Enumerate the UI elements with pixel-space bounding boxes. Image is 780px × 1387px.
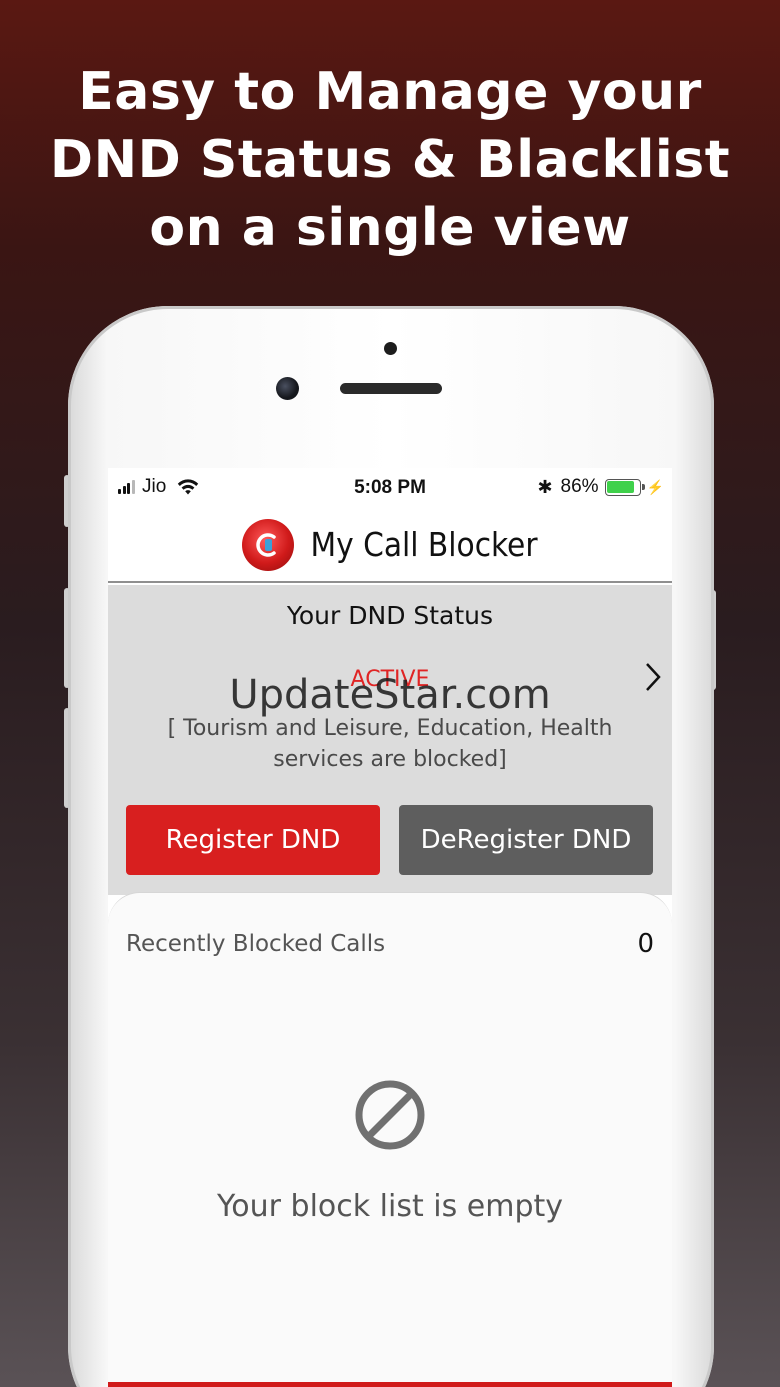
- battery-icon: [604, 478, 645, 496]
- app-header: My Call Blocker: [108, 508, 672, 583]
- headline-line-1: Easy to Manage your: [78, 62, 702, 122]
- bluetooth-icon: ✱: [537, 476, 553, 497]
- recently-blocked-card: Recently Blocked Calls 0 Your block list…: [108, 892, 672, 1387]
- blocked-count: 0: [637, 929, 654, 959]
- headline-line-2: DND Status & Blacklist: [49, 130, 731, 190]
- bottom-accent-bar: [108, 1382, 672, 1387]
- app-title: My Call Blocker: [310, 525, 538, 564]
- dnd-blocked-categories: [ Tourism and Leisure, Education, Health…: [167, 716, 613, 772]
- empty-list-message: Your block list is empty: [216, 1189, 564, 1224]
- register-dnd-button[interactable]: Register DND: [126, 805, 380, 875]
- app-logo-icon: [242, 518, 295, 571]
- charging-bolt-icon: ⚡: [646, 478, 664, 495]
- dnd-status-heading: Your DND Status: [286, 601, 494, 630]
- deregister-dnd-button[interactable]: DeRegister DND: [399, 805, 653, 875]
- headline-line-3: on a single view: [149, 198, 631, 258]
- watermark-text: UpdateStar.com: [229, 672, 551, 718]
- proximity-sensor: [384, 342, 397, 355]
- earpiece-speaker: [340, 383, 442, 394]
- promo-headline: Easy to Manage your DND Status & Blackli…: [0, 58, 780, 262]
- dnd-status-panel[interactable]: Your DND Status ACTIVE [ Tourism and Lei…: [108, 585, 672, 895]
- battery-percentage: 86%: [560, 476, 599, 497]
- status-bar: Jio 5:08 PM ✱ 86% ⚡: [108, 468, 672, 508]
- front-camera: [276, 377, 299, 400]
- phone-screen: Jio 5:08 PM ✱ 86% ⚡ My Call Blocker Your…: [108, 468, 672, 1387]
- prohibited-icon: [355, 1080, 425, 1150]
- recently-blocked-label: Recently Blocked Calls: [126, 931, 386, 957]
